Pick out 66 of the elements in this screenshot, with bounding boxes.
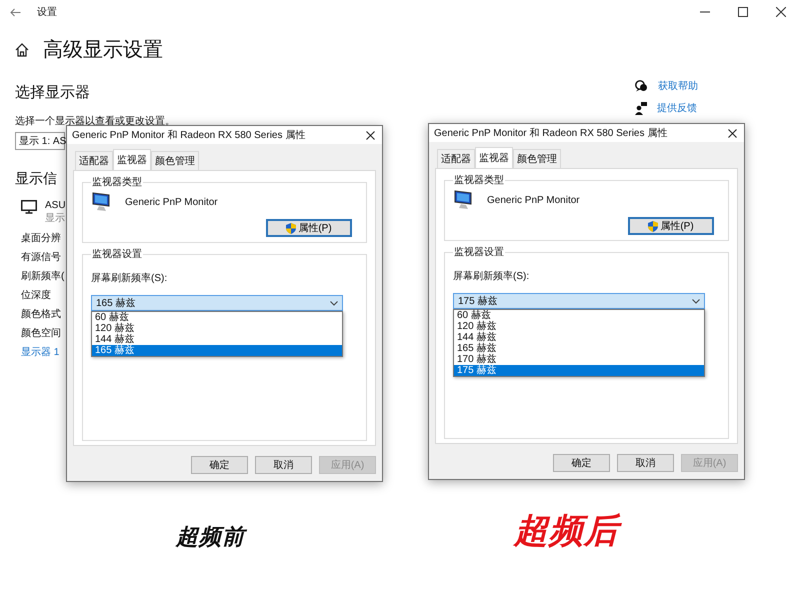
group-label: 监视器设置 [91, 248, 143, 261]
tab[interactable]: 颜色管理 [513, 149, 561, 168]
close-icon [366, 130, 374, 140]
group-label: 监视器类型 [453, 174, 505, 187]
display-link[interactable]: 显示器 1 [21, 345, 60, 359]
monitor-name: Generic PnP Monitor [487, 194, 580, 206]
close-icon [776, 7, 786, 17]
dropdown-option[interactable]: 165 赫兹 [92, 345, 342, 356]
chevron-down-icon [692, 298, 700, 304]
tab[interactable]: 监视器 [113, 149, 151, 170]
properties-button[interactable]: 属性(P) [628, 217, 714, 235]
section-hint: 选择一个显示器以查看或更改设置。 [15, 114, 175, 128]
home-icon[interactable] [15, 42, 29, 56]
info-label: 桌面分辨 [21, 232, 61, 245]
monitor-subtitle: 显示 [45, 212, 66, 225]
tab[interactable]: 监视器 [475, 147, 513, 168]
info-label: 颜色格式 [21, 308, 61, 321]
refresh-rate-dropdown[interactable]: 165 赫兹 [91, 295, 343, 311]
info-label: 有源信号 [21, 251, 61, 264]
monitor-icon [21, 200, 37, 214]
display-select[interactable]: 显示 1: AS [15, 132, 65, 150]
window-title: 设置 [37, 6, 57, 19]
dropdown-option[interactable]: 120 赫兹 [454, 321, 704, 332]
chevron-down-icon [330, 300, 338, 306]
dropdown-option[interactable]: 60 赫兹 [454, 310, 704, 321]
section-title: 显示信 [15, 170, 57, 188]
dropdown-option[interactable]: 120 赫兹 [92, 323, 342, 334]
help-link[interactable]: 获取帮助 [658, 79, 698, 93]
refresh-rate-dropdown[interactable]: 175 赫兹 [453, 293, 705, 309]
dropdown-option[interactable]: 175 赫兹 [454, 365, 704, 376]
refresh-rate-label: 屏幕刷新频率(S): [91, 272, 168, 285]
monitor-name: ASU [45, 200, 66, 211]
dialog-button[interactable]: 取消 [617, 454, 674, 472]
info-label: 刷新频率( [21, 270, 64, 283]
section-title: 选择显示器 [15, 83, 90, 102]
info-label: 颜色空间 [21, 326, 61, 340]
info-label: 位深度 [21, 288, 51, 302]
shield-icon [648, 220, 658, 232]
dropdown-option[interactable]: 170 赫兹 [454, 354, 704, 365]
dialog-button[interactable]: 确定 [191, 456, 248, 474]
page-title: 高级显示设置 [43, 38, 163, 63]
dropdown-option[interactable]: 165 赫兹 [454, 343, 704, 354]
minimize-icon [700, 11, 710, 13]
shield-icon [286, 222, 296, 234]
dialog-button[interactable]: 取消 [255, 456, 312, 474]
dropdown-option[interactable]: 144 赫兹 [92, 334, 342, 345]
monitor-name: Generic PnP Monitor [125, 196, 218, 208]
caption: 超频前 [176, 522, 245, 552]
group-label: 监视器类型 [91, 176, 143, 189]
dropdown-option[interactable]: 60 赫兹 [92, 312, 342, 323]
properties-button[interactable]: 属性(P) [266, 219, 352, 237]
feedback-link[interactable]: 提供反馈 [657, 101, 697, 115]
dialog-title: Generic PnP Monitor 和 Radeon RX 580 Series 属性 [72, 128, 306, 142]
group-label: 监视器设置 [453, 246, 505, 259]
close-icon [728, 128, 736, 138]
help-bubble-icon [635, 80, 648, 92]
back-arrow-icon[interactable] [10, 8, 21, 16]
maximize-icon [738, 7, 748, 17]
refresh-rate-label: 屏幕刷新频率(S): [453, 270, 530, 283]
dialog-title: Generic PnP Monitor 和 Radeon RX 580 Series 属性 [434, 126, 668, 140]
tab[interactable]: 适配器 [75, 151, 113, 170]
dropdown-option[interactable]: 144 赫兹 [454, 332, 704, 343]
person-feedback-icon [635, 102, 647, 114]
tab[interactable]: 颜色管理 [151, 151, 199, 170]
tab[interactable]: 适配器 [437, 149, 475, 168]
dialog-button[interactable]: 确定 [553, 454, 610, 472]
